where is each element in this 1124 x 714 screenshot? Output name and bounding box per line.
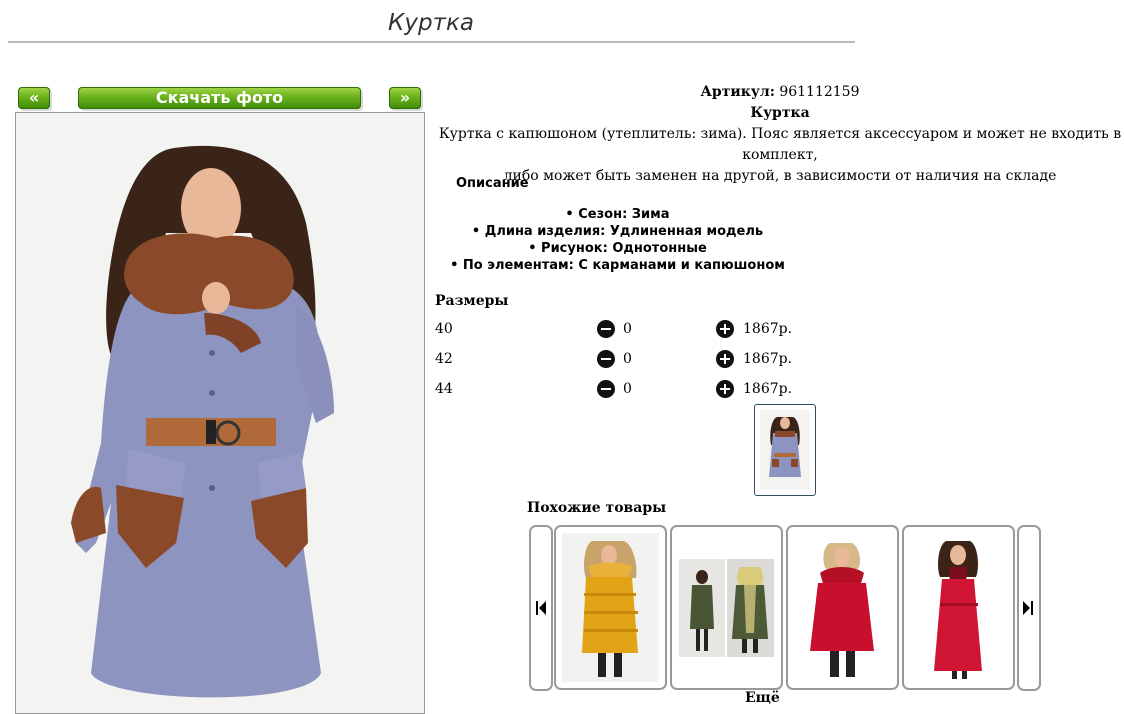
description-heading: Описание xyxy=(456,176,529,191)
similar-product-card[interactable] xyxy=(670,525,783,690)
page-title: Куртка xyxy=(388,10,474,36)
product-description-line-1: Куртка с капюшоном (утеплитель: зима). П… xyxy=(438,126,1122,163)
size-value: 44 xyxy=(435,381,453,397)
feature-item: • Длина изделия: Удлиненная модель xyxy=(471,224,764,239)
similar-products-heading: Похожие товары xyxy=(527,500,667,516)
similar-product-image xyxy=(910,533,1007,682)
similar-product-card[interactable] xyxy=(786,525,899,690)
similar-product-image xyxy=(678,533,775,682)
size-value: 40 xyxy=(435,321,453,337)
plus-circle-icon[interactable] xyxy=(716,350,734,368)
plus-circle-icon[interactable] xyxy=(716,320,734,338)
skip-forward-icon xyxy=(1023,601,1033,615)
title-divider xyxy=(8,41,855,43)
feature-item: • Рисунок: Однотонные xyxy=(528,241,707,256)
plus-circle-icon[interactable] xyxy=(716,380,734,398)
similar-product-image xyxy=(562,533,659,682)
price-value: 1867р. xyxy=(743,321,793,337)
product-name: Куртка xyxy=(750,105,810,121)
quantity-value: 0 xyxy=(623,351,632,367)
photo-thumbnail[interactable] xyxy=(754,404,816,496)
similar-product-image xyxy=(794,533,891,682)
skip-back-icon xyxy=(536,601,546,615)
quantity-value: 0 xyxy=(623,381,632,397)
sizes-heading: Размеры xyxy=(435,293,509,309)
price-value: 1867р. xyxy=(743,381,793,397)
feature-item: • Сезон: Зима xyxy=(565,207,670,222)
thumbnail-image xyxy=(760,410,810,490)
minus-circle-icon[interactable] xyxy=(597,320,615,338)
article-label: Артикул: xyxy=(700,84,775,100)
next-photo-button[interactable]: » xyxy=(389,87,421,109)
carousel-next-button[interactable] xyxy=(1017,525,1041,691)
feature-list: • Сезон: Зима • Длина изделия: Удлиненна… xyxy=(440,206,795,274)
price-value: 1867р. xyxy=(743,351,793,367)
article-line: Артикул: 961112159 xyxy=(435,82,1124,103)
download-photo-button[interactable]: Скачать фото xyxy=(78,87,361,109)
article-value: 961112159 xyxy=(779,84,860,100)
product-photo-image xyxy=(16,113,424,713)
similar-product-card[interactable] xyxy=(554,525,667,690)
minus-circle-icon[interactable] xyxy=(597,350,615,368)
carousel-prev-button[interactable] xyxy=(529,525,553,691)
prev-photo-button[interactable]: « xyxy=(18,87,50,109)
product-photo[interactable] xyxy=(15,112,425,714)
product-description-line-2: либо может быть заменен на другой, в зав… xyxy=(503,168,1057,184)
feature-item: • По элементам: С карманами и капюшоном xyxy=(450,258,785,273)
similar-product-card[interactable] xyxy=(902,525,1015,690)
quantity-value: 0 xyxy=(623,321,632,337)
size-value: 42 xyxy=(435,351,453,367)
product-info: Артикул: 961112159 Куртка Куртка с капюш… xyxy=(435,82,1124,187)
minus-circle-icon[interactable] xyxy=(597,380,615,398)
more-link-partial[interactable]: Ещё xyxy=(745,690,780,706)
